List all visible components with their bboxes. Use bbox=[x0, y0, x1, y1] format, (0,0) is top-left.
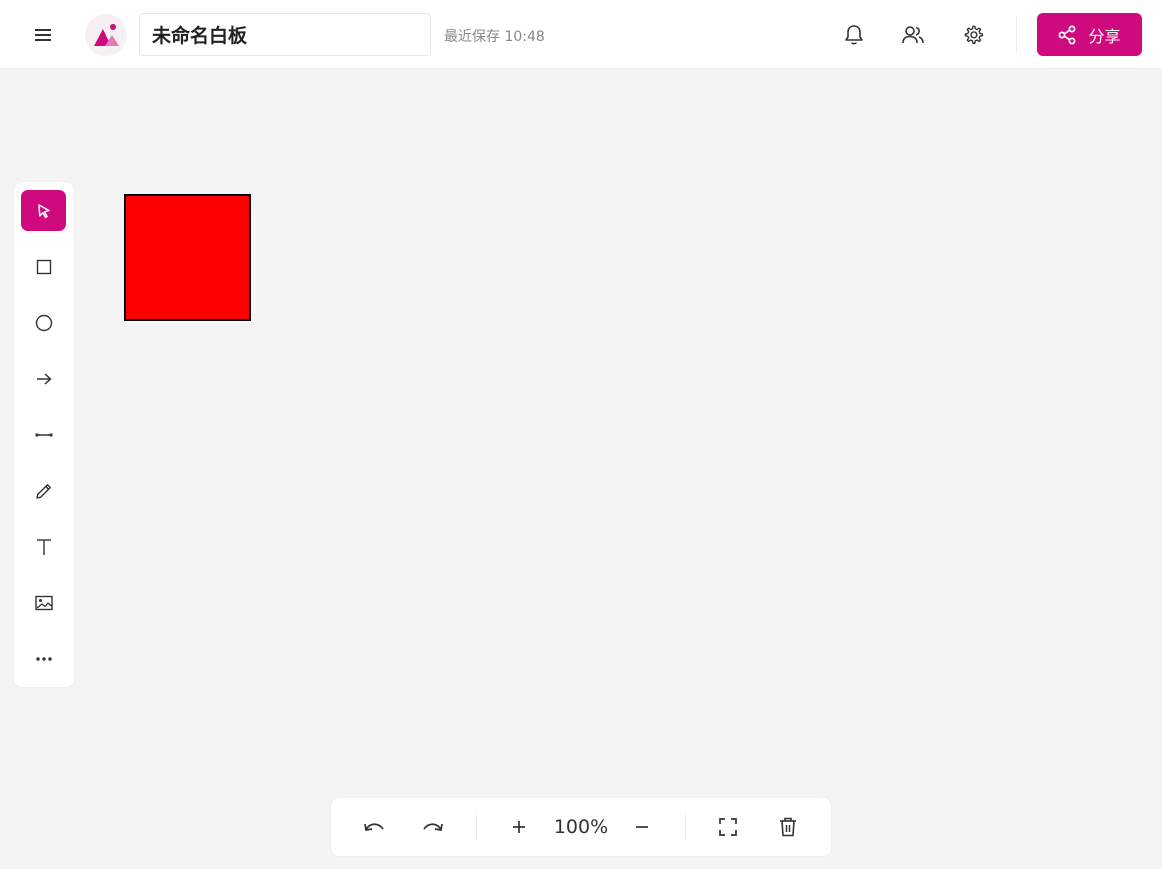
menu-button[interactable] bbox=[26, 18, 60, 52]
zoom-out-button[interactable] bbox=[625, 811, 659, 843]
tool-image[interactable] bbox=[21, 582, 66, 623]
cursor-icon bbox=[37, 203, 50, 218]
share-button[interactable]: 分享 bbox=[1037, 13, 1142, 56]
fullscreen-icon bbox=[719, 818, 737, 836]
zoom-level: 100% bbox=[553, 816, 609, 838]
undo-button[interactable] bbox=[357, 811, 391, 843]
tool-more[interactable] bbox=[21, 638, 66, 679]
logo-icon bbox=[94, 24, 119, 46]
trash-icon bbox=[780, 817, 796, 837]
pencil-icon bbox=[35, 483, 51, 499]
share-icon bbox=[1059, 25, 1076, 44]
square-icon bbox=[36, 259, 51, 274]
bottom-toolbar: 100% bbox=[331, 798, 831, 856]
minus-icon bbox=[636, 826, 648, 828]
tool-circle[interactable] bbox=[21, 302, 66, 343]
menu-icon bbox=[35, 29, 51, 41]
redo-icon bbox=[423, 823, 443, 831]
canvas-rectangle-shape[interactable] bbox=[124, 194, 251, 321]
zoom-in-button[interactable] bbox=[502, 811, 536, 843]
more-icon bbox=[35, 656, 52, 661]
image-icon bbox=[34, 595, 53, 610]
whiteboard-canvas[interactable] bbox=[0, 70, 1162, 869]
top-bar: 最近保存 10:48 分享 bbox=[0, 0, 1162, 69]
toolbar-divider bbox=[1016, 16, 1017, 52]
redo-button[interactable] bbox=[416, 811, 450, 843]
collaborators-button[interactable] bbox=[897, 18, 929, 52]
bottombar-divider bbox=[476, 813, 477, 841]
notifications-button[interactable] bbox=[838, 18, 870, 52]
share-label: 分享 bbox=[1088, 26, 1121, 46]
fit-screen-button[interactable] bbox=[711, 811, 745, 843]
users-icon bbox=[902, 26, 924, 44]
tool-text[interactable] bbox=[21, 526, 66, 567]
circle-icon bbox=[35, 314, 52, 331]
bell-icon bbox=[845, 25, 863, 45]
app-logo[interactable] bbox=[85, 14, 127, 56]
tool-rectangle[interactable] bbox=[21, 246, 66, 287]
gear-icon bbox=[964, 25, 984, 45]
tool-palette bbox=[14, 182, 74, 687]
tool-pencil[interactable] bbox=[21, 470, 66, 511]
undo-icon bbox=[364, 823, 384, 831]
delete-button[interactable] bbox=[771, 811, 805, 843]
text-icon bbox=[36, 538, 51, 555]
bottombar-divider bbox=[685, 813, 686, 841]
settings-button[interactable] bbox=[957, 18, 989, 52]
plus-icon bbox=[513, 821, 525, 833]
save-status: 最近保存 10:48 bbox=[444, 29, 545, 45]
tool-select[interactable] bbox=[21, 190, 66, 231]
tool-line[interactable] bbox=[21, 414, 66, 455]
line-icon bbox=[34, 432, 53, 437]
whiteboard-title-input[interactable] bbox=[139, 13, 431, 56]
tool-arrow[interactable] bbox=[21, 358, 66, 399]
arrow-right-icon bbox=[36, 372, 52, 385]
